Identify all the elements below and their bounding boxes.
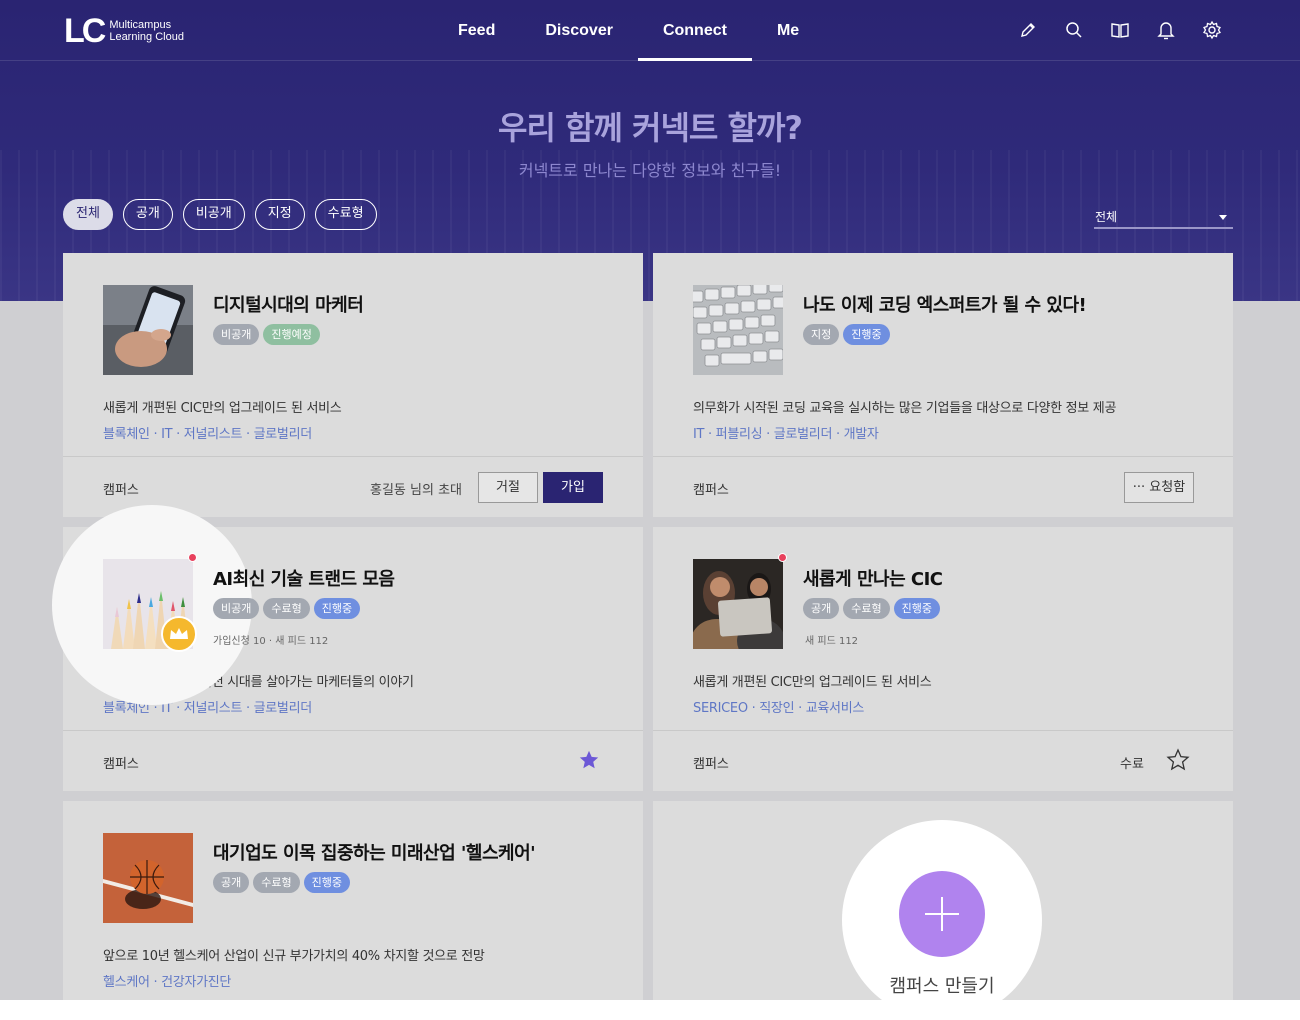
campus-card[interactable]: 새롭게 만나는 CIC 공개 수료형 진행중 새 피드 112 새롭게 개편된 …: [653, 527, 1233, 791]
crown-icon: [161, 616, 197, 652]
card-meta: 새 피드 112: [805, 636, 859, 647]
logo-line-2: Learning Cloud: [109, 31, 184, 43]
tab-me[interactable]: Me: [752, 0, 824, 61]
gear-icon[interactable]: [1202, 19, 1222, 41]
pencil-icon[interactable]: [1018, 19, 1038, 41]
bell-icon[interactable]: [1156, 19, 1176, 41]
tag-badge: 진행중: [843, 324, 890, 345]
card-tags: 공개 수료형 진행중: [803, 598, 940, 619]
reject-button[interactable]: 거절: [478, 472, 538, 503]
card-hashtags[interactable]: SERICEO · 직장인 · 교육서비스: [693, 697, 864, 716]
notification-dot: [188, 553, 197, 562]
card-title: 나도 이제 코딩 엑스퍼트가 될 수 있다!: [803, 295, 1087, 316]
brand-logo[interactable]: LC Multicampus Learning Cloud: [64, 12, 184, 50]
card-category: 캠퍼스: [693, 757, 729, 772]
tab-connect[interactable]: Connect: [637, 0, 752, 61]
main-tabs: Feed Discover Connect Me: [433, 0, 824, 61]
card-divider: [653, 456, 1233, 457]
page-subtitle: 커넥트로 만나는 다양한 정보와 친구들!: [518, 161, 782, 180]
card-description: 새롭게 개편된 CIC만의 업그레이드 된 서비스: [693, 675, 932, 690]
tab-feed[interactable]: Feed: [433, 0, 520, 61]
tag-badge: 진행중: [893, 598, 940, 619]
card-tags: 비공개 수료형 진행중: [213, 598, 361, 619]
tag-badge: 공개: [213, 872, 250, 893]
card-thumbnail: [693, 285, 783, 375]
nav-icon-group: [1018, 19, 1222, 41]
star-filled-icon[interactable]: [578, 749, 600, 775]
card-divider: [63, 456, 643, 457]
logo-mark: LC: [64, 12, 106, 50]
tag-badge: 비공개: [213, 324, 260, 345]
tab-discover[interactable]: Discover: [520, 0, 638, 61]
card-thumbnail: [103, 833, 193, 923]
card-hashtags[interactable]: 헬스케어 · 건강자가진단: [103, 971, 231, 990]
card-hashtags[interactable]: IT · 퍼블리싱 · 글로벌리더 · 개발자: [693, 423, 879, 442]
card-category: 캠퍼스: [103, 483, 139, 498]
card-description: 의무화가 시작된 코딩 교육을 실시하는 많은 기업들을 대상으로 다양한 정보…: [693, 401, 1117, 416]
book-icon[interactable]: [1110, 19, 1130, 41]
filter-completion[interactable]: 수료형: [314, 199, 377, 230]
notification-dot: [778, 553, 787, 562]
card-title: 새롭게 만나는 CIC: [803, 569, 943, 590]
caret-down-icon: [1219, 215, 1227, 220]
card-hashtags[interactable]: 블록체인 · IT · 저널리스트 · 글로벌리더: [103, 423, 312, 442]
campus-card[interactable]: 나도 이제 코딩 엑스퍼트가 될 수 있다! 지정 진행중 의무화가 시작된 코…: [653, 253, 1233, 517]
card-category: 캠퍼스: [693, 483, 729, 498]
card-description: 새롭게 개편된 CIC만의 업그레이드 된 서비스: [103, 401, 342, 416]
logo-text: Multicampus Learning Cloud: [109, 19, 184, 43]
page-title: 우리 함께 커넥트 할까?: [498, 109, 803, 147]
card-tags: 공개 수료형 진행중: [213, 872, 350, 893]
logo-line-1: Multicampus: [109, 19, 172, 31]
tag-badge: 수료형: [253, 872, 300, 893]
card-divider: [653, 730, 1233, 731]
tag-badge: 비공개: [213, 598, 260, 619]
star-outline-icon[interactable]: [1166, 748, 1190, 776]
join-button[interactable]: 가입: [543, 472, 603, 503]
filter-public[interactable]: 공개: [122, 199, 173, 230]
card-title: AI최신 기술 트랜드 모음: [213, 569, 395, 590]
filter-private[interactable]: 비공개: [182, 199, 245, 230]
card-tags: 지정 진행중: [803, 324, 890, 345]
tag-badge: 수료형: [843, 598, 890, 619]
campus-card[interactable]: 대기업도 이목 집중하는 미래산업 '헬스케어' 공개 수료형 진행중 앞으로 …: [63, 801, 643, 1020]
card-divider: [63, 730, 643, 731]
tag-badge: 진행중: [303, 872, 350, 893]
card-category: 캠퍼스: [103, 757, 139, 772]
filter-assigned[interactable]: 지정: [254, 199, 305, 230]
card-meta: 가입신청 10 · 새 피드 112: [213, 636, 329, 647]
card-title: 대기업도 이목 집중하는 미래산업 '헬스케어': [213, 843, 536, 864]
tag-badge: 진행예정: [263, 324, 320, 345]
tag-badge: 진행중: [313, 598, 361, 619]
campus-card[interactable]: 디지털시대의 마케터 비공개 진행예정 새롭게 개편된 CIC만의 업그레이드 …: [63, 253, 643, 517]
card-tags: 비공개 진행예정: [213, 324, 320, 345]
tag-badge: 수료형: [263, 598, 310, 619]
card-thumbnail: [103, 285, 193, 375]
filter-all[interactable]: 전체: [63, 199, 113, 230]
top-navigation: LC Multicampus Learning Cloud Feed Disco…: [0, 0, 1300, 61]
completion-label: 수료: [1120, 757, 1144, 772]
card-description: 앞으로 10년 헬스케어 산업이 신규 부가가치의 40% 차지할 것으로 전망: [103, 949, 485, 964]
sort-dropdown[interactable]: 전체: [1094, 205, 1233, 229]
tag-badge: 지정: [803, 324, 840, 345]
plus-icon: [925, 897, 959, 931]
card-thumbnail: [693, 559, 783, 649]
create-campus-button[interactable]: [899, 871, 985, 957]
search-icon[interactable]: [1064, 19, 1084, 41]
filter-chips: 전체 공개 비공개 지정 수료형: [63, 199, 377, 230]
page-bottom-edge: [0, 1000, 1300, 1020]
requested-button[interactable]: ··· 요청함: [1124, 472, 1194, 503]
card-title: 디지털시대의 마케터: [213, 295, 364, 316]
create-campus-label: 캠퍼스 만들기: [889, 976, 995, 997]
invite-text: 홍길동 님의 초대: [370, 483, 462, 498]
tag-badge: 공개: [803, 598, 840, 619]
sort-value: 전체: [1095, 210, 1118, 224]
